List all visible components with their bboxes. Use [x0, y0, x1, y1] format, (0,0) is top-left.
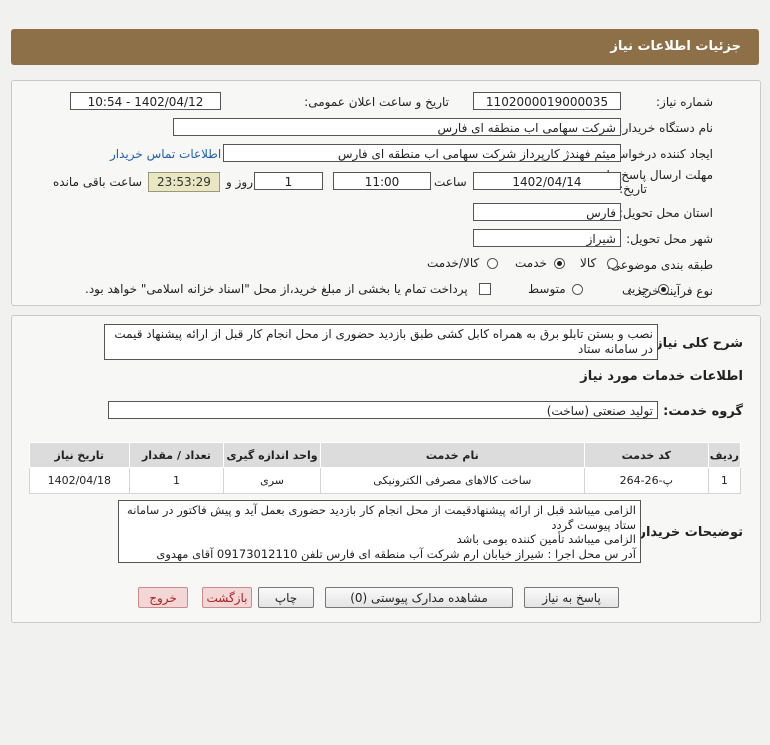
category-service-label: خدمت: [515, 256, 547, 270]
buyer-org-field: شرکت سهامی اب منطقه ای فارس: [173, 118, 621, 136]
remaining-time-label: ساعت باقی مانده: [53, 175, 143, 189]
reply-button[interactable]: پاسخ به نیاز: [524, 587, 619, 608]
cell-code: پ-26-264: [583, 467, 709, 494]
table-header-row: ردیف کد خدمت نام خدمت واحد اندازه گیری ت…: [29, 442, 742, 468]
service-group-field: تولید صنعتی (ساخت): [108, 401, 658, 419]
col-unit-header: واحد اندازه گیری: [223, 442, 321, 468]
page-title: جزئیات اطلاعات نیاز: [610, 39, 741, 54]
treasury-payment-note: پرداخت تمام یا بخشی از مبلغ خرید،از محل …: [85, 282, 468, 296]
category-goods-label: کالا: [580, 256, 597, 270]
cell-row: 1: [707, 467, 742, 494]
cell-qty: 1: [128, 467, 225, 494]
buyer-notes-field: الزامی میباشد قبل از ارائه پیشنهادقیمت ا…: [118, 500, 641, 563]
services-section-title: اطلاعات خدمات مورد نیاز: [580, 369, 743, 384]
col-row-header: ردیف: [707, 442, 742, 468]
buyer-note-line: الزامی میباشد قبل از ارائه پیشنهادقیمت ا…: [127, 503, 636, 532]
col-qty-header: تعداد / مقدار: [128, 442, 225, 468]
buyer-notes-label: توضیحات خریدار:: [633, 525, 743, 540]
service-group-label: گروه خدمت:: [663, 404, 743, 419]
category-goods-service-label: کالا/خدمت: [427, 256, 480, 270]
days-remaining-field: 1: [254, 172, 323, 190]
category-label: طبقه بندی موضوعی:: [606, 258, 713, 272]
exit-button[interactable]: خروج: [138, 587, 188, 608]
cell-unit: سری: [223, 467, 321, 494]
province-field: فارس: [473, 203, 621, 221]
buyer-note-line: الزامی میباشد تأمین کننده بومی باشد: [456, 532, 636, 546]
deadline-date-field: 1402/04/14: [473, 172, 621, 190]
city-label: شهر محل تحویل:: [626, 232, 713, 246]
info-panel: [11, 80, 761, 306]
table-row: 1 پ-26-264 ساخت کالاهای مصرفی الکترونیکی…: [29, 467, 742, 494]
deadline-date-label: تاریخ:: [619, 182, 647, 196]
treasury-payment-checkbox[interactable]: [479, 283, 491, 295]
need-number-field: 1102000019000035: [473, 92, 621, 110]
process-medium-label: متوسط: [528, 282, 566, 296]
cell-date: 1402/04/18: [29, 467, 130, 494]
deadline-time-field: 11:00: [333, 172, 431, 190]
need-summary-field: نصب و بستن تابلو برق به همراه کابل کشی ط…: [104, 324, 658, 360]
announce-datetime-field: 1402/04/12 - 10:54: [70, 92, 221, 110]
col-date-header: تاریخ نیاز: [29, 442, 130, 468]
col-name-header: نام خدمت: [319, 442, 585, 468]
city-field: شیراز: [473, 229, 621, 247]
remaining-time-counter: 23:53:29: [148, 172, 220, 192]
need-number-label: شماره نیاز:: [656, 95, 713, 109]
deadline-label: مهلت ارسال پاسخ: تا: [606, 168, 713, 182]
back-button[interactable]: بازگشت: [202, 587, 252, 608]
province-label: استان محل تحویل:: [618, 206, 713, 220]
buyer-org-label: نام دستگاه خریدار:: [618, 121, 714, 135]
need-summary-label: شرح کلی نیاز:: [649, 336, 743, 351]
category-service-radio[interactable]: [554, 258, 565, 269]
buyer-contact-link[interactable]: اطلاعات تماس خریدار: [110, 147, 221, 161]
services-table: ردیف کد خدمت نام خدمت واحد اندازه گیری ت…: [29, 442, 742, 494]
page-header: جزئیات اطلاعات نیاز: [11, 29, 759, 65]
buyer-note-line: آدر س محل اجرا : شیراز خیابان ارم شرکت آ…: [156, 546, 636, 561]
print-button[interactable]: چاپ: [258, 587, 314, 608]
process-medium-radio[interactable]: [572, 284, 583, 295]
col-code-header: کد خدمت: [583, 442, 709, 468]
category-goods-radio[interactable]: [607, 258, 618, 269]
process-minor-radio[interactable]: [658, 284, 669, 295]
attachments-button[interactable]: مشاهده مدارک پیوستی (0): [325, 587, 513, 608]
announce-datetime-label: تاریخ و ساعت اعلان عمومی:: [304, 95, 449, 109]
cell-name: ساخت کالاهای مصرفی الکترونیکی: [319, 467, 585, 494]
process-minor-label: جزیی: [622, 282, 650, 296]
category-goods-service-radio[interactable]: [487, 258, 498, 269]
days-label: روز و: [226, 175, 253, 189]
deadline-time-label: ساعت: [434, 175, 467, 189]
requester-field: میثم فهندژ کارپرداز شرکت سهامی اب منطقه …: [223, 144, 621, 162]
